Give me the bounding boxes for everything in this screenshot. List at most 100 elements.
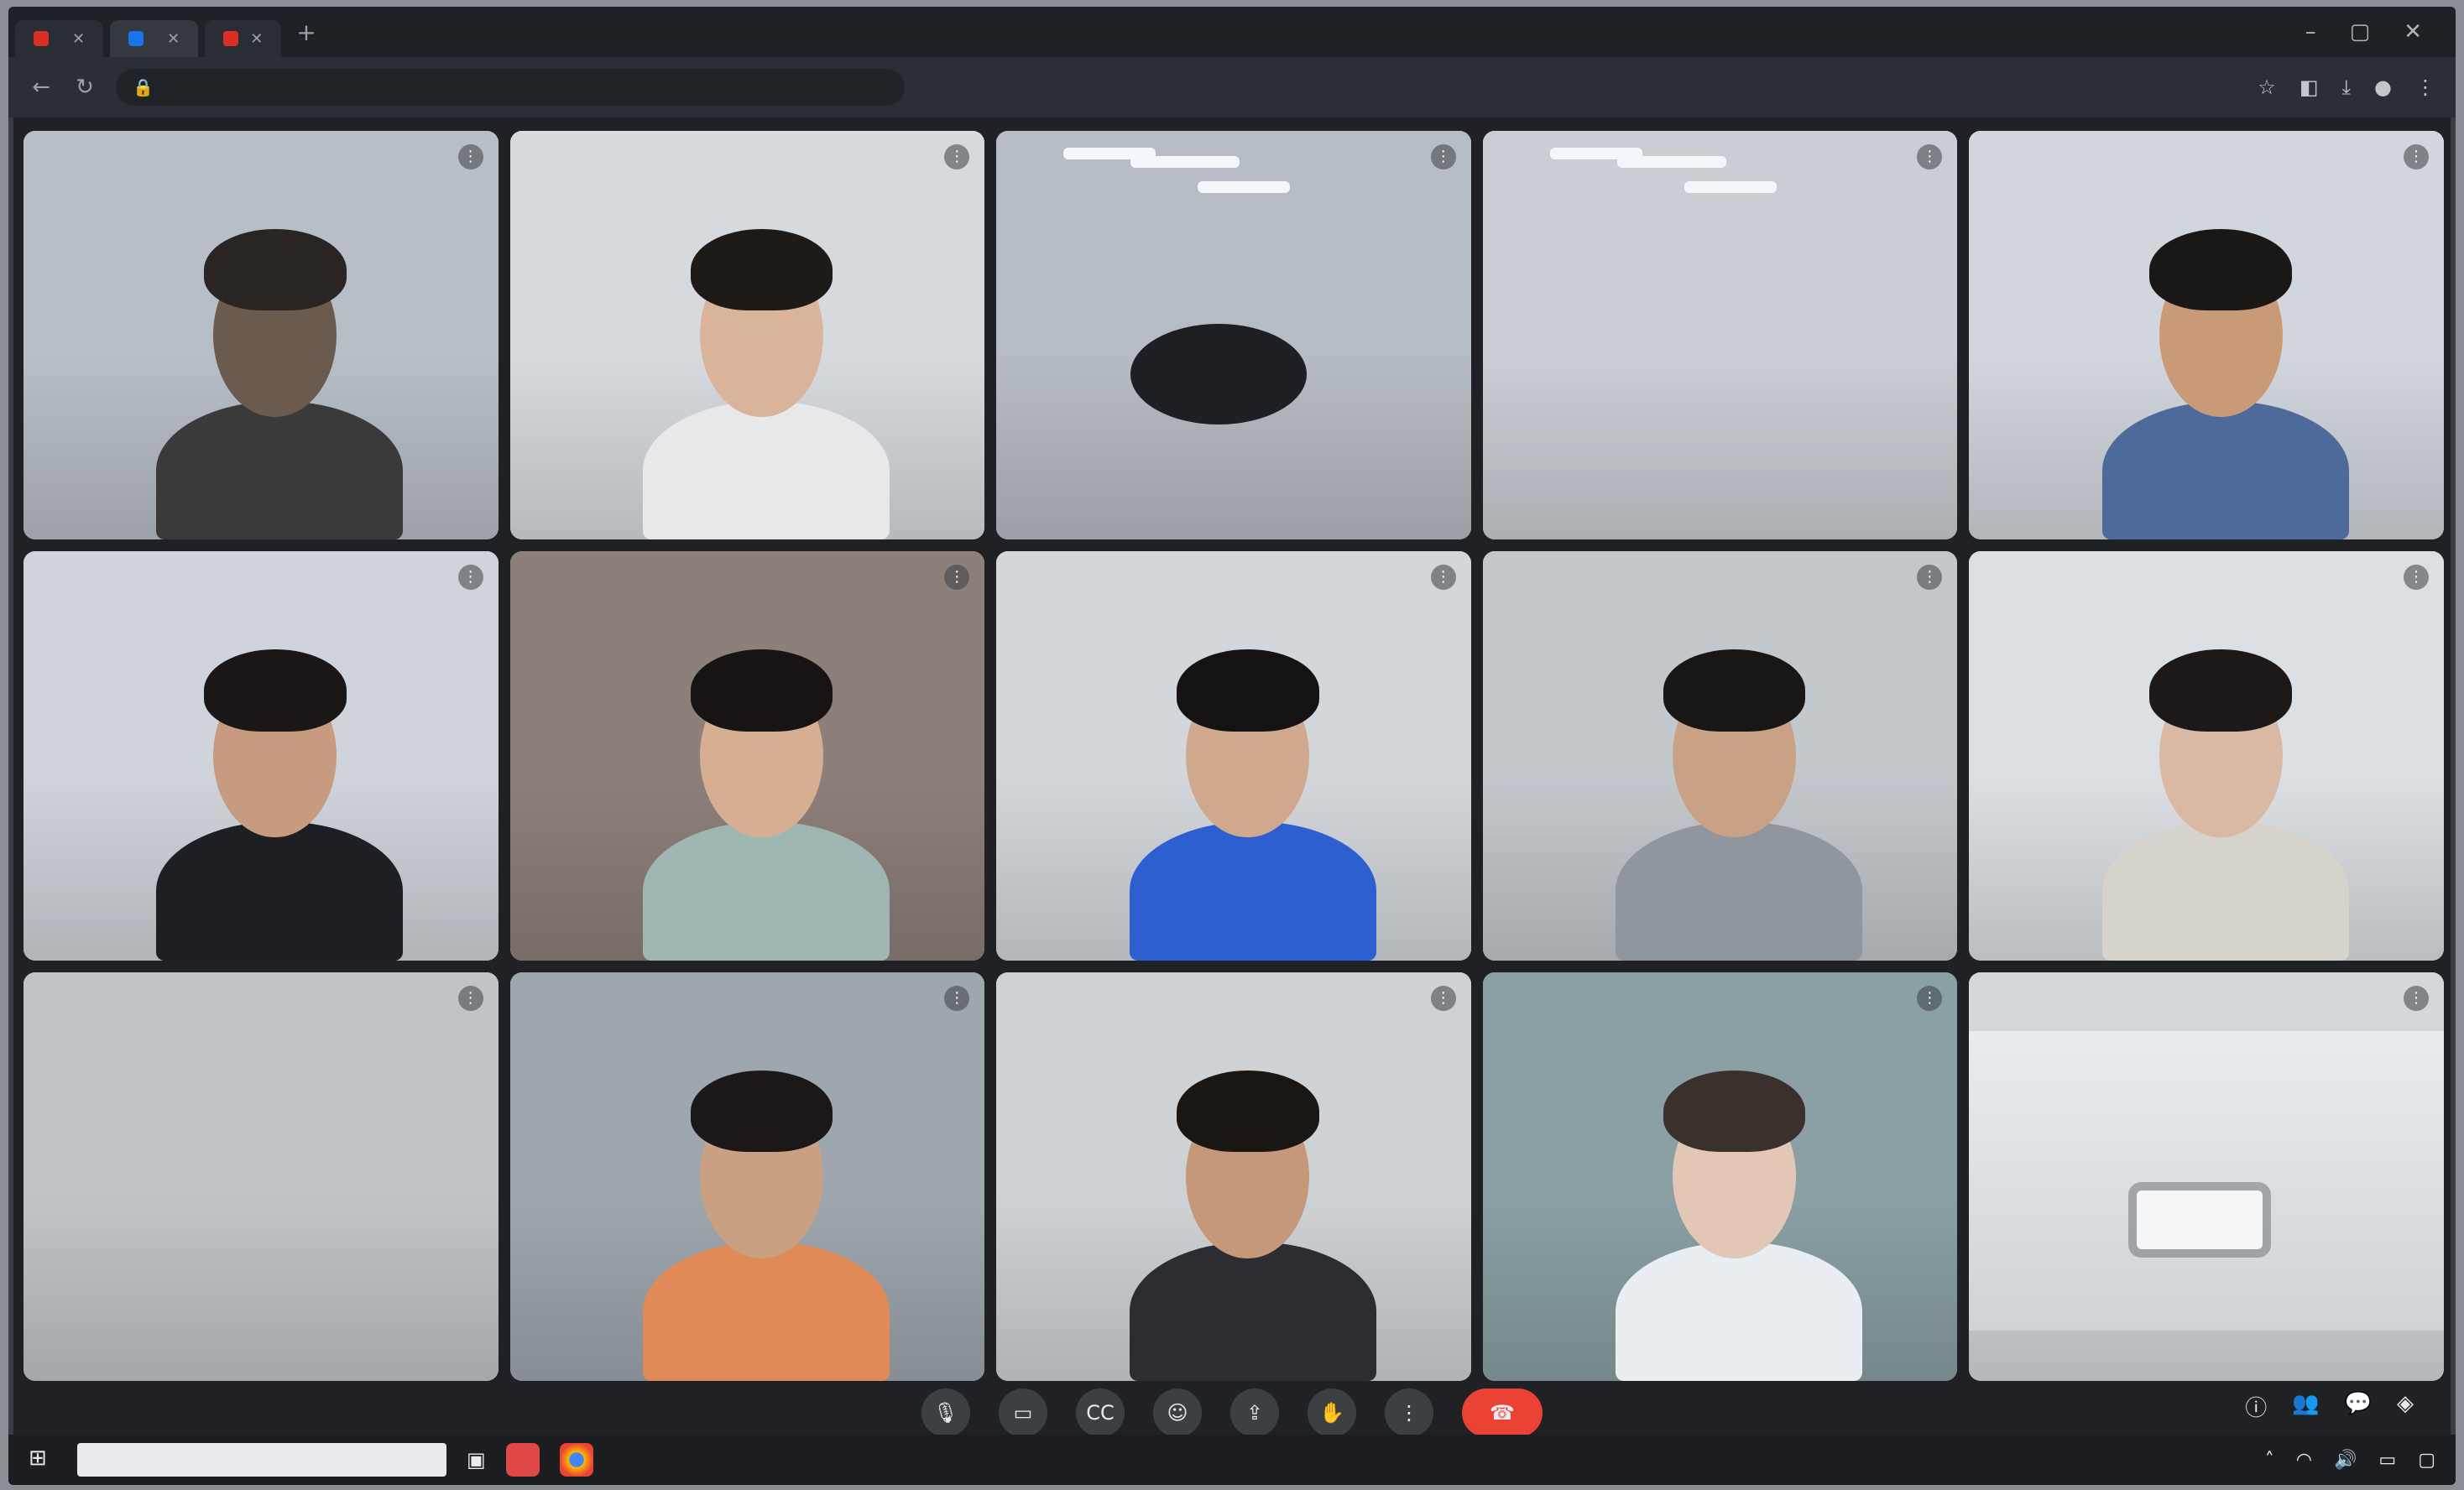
meeting-room-view	[1969, 1030, 2444, 1331]
participant-tile[interactable]: ⋮	[996, 551, 1471, 961]
participant-hair	[203, 228, 347, 311]
participant-name	[42, 503, 92, 523]
tile-options-icon[interactable]: ⋮	[1430, 985, 1456, 1011]
video-background	[23, 972, 499, 1381]
tile-options-icon[interactable]: ⋮	[1430, 144, 1456, 169]
camera-button[interactable]: ▭	[999, 1388, 1047, 1437]
mic-button[interactable]: 🎙	[921, 1388, 970, 1437]
meet-favicon-icon	[128, 31, 144, 46]
participant-name	[1987, 503, 2038, 523]
browser-tab[interactable]: ✕	[205, 20, 282, 57]
notification-icon[interactable]: ▢	[2418, 1450, 2435, 1471]
participant-tile[interactable]: ⋮	[509, 972, 985, 1381]
meeting-table	[2137, 1190, 2263, 1249]
participant-hair	[1663, 649, 1806, 732]
chrome-icon[interactable]	[559, 1443, 593, 1477]
end-call-icon: ☎	[1490, 1401, 1515, 1425]
participant-tile[interactable]: ⋮	[996, 131, 1471, 540]
side-controls: ⓘ 👥 💬 ◈	[2245, 1391, 2414, 1422]
participant-name	[529, 1344, 579, 1364]
volume-icon[interactable]: 🔊	[2334, 1450, 2357, 1471]
participant-tile[interactable]: ⋮	[1969, 972, 2444, 1381]
participant-tile[interactable]: ⋮	[23, 131, 499, 540]
start-icon[interactable]: ⊞	[29, 1446, 57, 1474]
raise-hand-button[interactable]: ✋	[1308, 1388, 1356, 1437]
participant-tile[interactable]: ⋮	[23, 551, 499, 961]
participant-hair	[1177, 1070, 1319, 1153]
participant-tile[interactable]: ⋮	[509, 131, 985, 540]
tile-options-icon[interactable]: ⋮	[457, 565, 483, 591]
participant-body	[1129, 821, 1376, 961]
bookmark-icon[interactable]: ☆	[2258, 76, 2276, 99]
address-bar[interactable]: 🔒	[116, 69, 905, 106]
browser-tab[interactable]: ✕	[15, 20, 104, 57]
download-icon[interactable]: ⤓	[2341, 76, 2351, 99]
taskbar-search[interactable]	[77, 1443, 446, 1477]
browser-tab-active[interactable]: ✕	[110, 20, 199, 57]
tile-options-icon[interactable]: ⋮	[2403, 144, 2429, 169]
participant-tile[interactable]: ⋮	[1482, 972, 1958, 1381]
more-options-icon: ⋮	[1399, 1401, 1419, 1425]
chat-icon[interactable]: 💬	[2345, 1391, 2372, 1422]
participant-name	[529, 503, 579, 523]
participant-name	[1015, 503, 1065, 523]
end-call-button[interactable]: ☎	[1462, 1388, 1543, 1437]
tile-options-icon[interactable]: ⋮	[457, 144, 483, 169]
people-icon[interactable]: 👥	[2292, 1391, 2319, 1422]
captions-button[interactable]: CC	[1076, 1388, 1125, 1437]
window-controls: – ▢ ✕	[2305, 19, 2456, 44]
system-tray: ˄ ◠ 🔊 ▭ ▢	[2265, 1450, 2435, 1471]
participant-body	[642, 400, 890, 540]
participant-body	[2101, 821, 2349, 961]
back-icon[interactable]: ←	[29, 75, 54, 100]
tile-options-icon[interactable]: ⋮	[2403, 985, 2429, 1011]
participant-tile[interactable]: ⋮	[1482, 551, 1958, 961]
tile-options-icon[interactable]: ⋮	[944, 985, 970, 1011]
participant-grid: ⋮ ⋮ ⋮ ⋮ ⋮ ⋮ ⋮ ⋮ ⋮ ⋮ ⋮ ⋮ ⋮ ⋮ ⋮	[23, 131, 2444, 1381]
info-icon[interactable]: ⓘ	[2245, 1391, 2267, 1422]
activities-icon[interactable]: ◈	[2397, 1391, 2414, 1422]
profile-icon[interactable]: ●	[2374, 76, 2392, 99]
participant-tile[interactable]: ⋮	[23, 972, 499, 1381]
raise-hand-icon: ✋	[1319, 1401, 1344, 1425]
close-window-icon[interactable]: ✕	[2404, 19, 2422, 44]
close-icon[interactable]: ✕	[72, 30, 85, 48]
tile-options-icon[interactable]: ⋮	[1917, 985, 1943, 1011]
participant-tile[interactable]: ⋮	[1482, 131, 1958, 540]
participant-hair	[2149, 649, 2292, 732]
present-button[interactable]: ⇪	[1230, 1388, 1279, 1437]
participant-tile[interactable]: ⋮	[1969, 551, 2444, 961]
participant-name	[1501, 503, 1552, 523]
maximize-icon[interactable]: ▢	[2350, 19, 2371, 44]
more-options-button[interactable]: ⋮	[1385, 1388, 1433, 1437]
participant-tile[interactable]: ⋮	[509, 551, 985, 961]
close-icon[interactable]: ✕	[167, 30, 180, 48]
menu-icon[interactable]: ⋮	[2415, 76, 2435, 99]
extensions-icon[interactable]: ◧	[2300, 76, 2319, 99]
participant-tile[interactable]: ⋮	[1969, 131, 2444, 540]
minimize-icon[interactable]: –	[2305, 19, 2316, 44]
wifi-icon[interactable]: ◠	[2296, 1450, 2312, 1471]
participant-hair	[203, 649, 347, 732]
record-app-icon[interactable]	[505, 1443, 540, 1477]
participant-body	[1129, 1242, 1376, 1381]
participant-name	[1501, 1344, 1552, 1364]
participant-name	[42, 1344, 92, 1364]
tile-options-icon[interactable]: ⋮	[1430, 565, 1456, 591]
participant-hair	[690, 228, 833, 311]
participant-name	[1987, 924, 2038, 944]
participant-body	[1616, 821, 1863, 961]
close-icon[interactable]: ✕	[250, 30, 263, 48]
plus-icon[interactable]: +	[296, 18, 316, 46]
chevron-up-icon[interactable]: ˄	[2265, 1450, 2274, 1471]
task-view-icon[interactable]: ▣	[467, 1448, 486, 1472]
battery-icon[interactable]: ▭	[2378, 1450, 2396, 1471]
os-taskbar: ⊞ ▣ ˄ ◠ 🔊 ▭ ▢	[8, 1435, 2456, 1485]
emoji-button[interactable]: ☺	[1153, 1388, 1202, 1437]
participant-body	[156, 400, 404, 540]
tile-options-icon[interactable]: ⋮	[457, 985, 483, 1011]
tile-options-icon[interactable]: ⋮	[944, 144, 970, 169]
reload-icon[interactable]: ↻	[72, 75, 97, 100]
tab-favicon-icon	[223, 31, 239, 46]
participant-tile[interactable]: ⋮	[996, 972, 1471, 1381]
